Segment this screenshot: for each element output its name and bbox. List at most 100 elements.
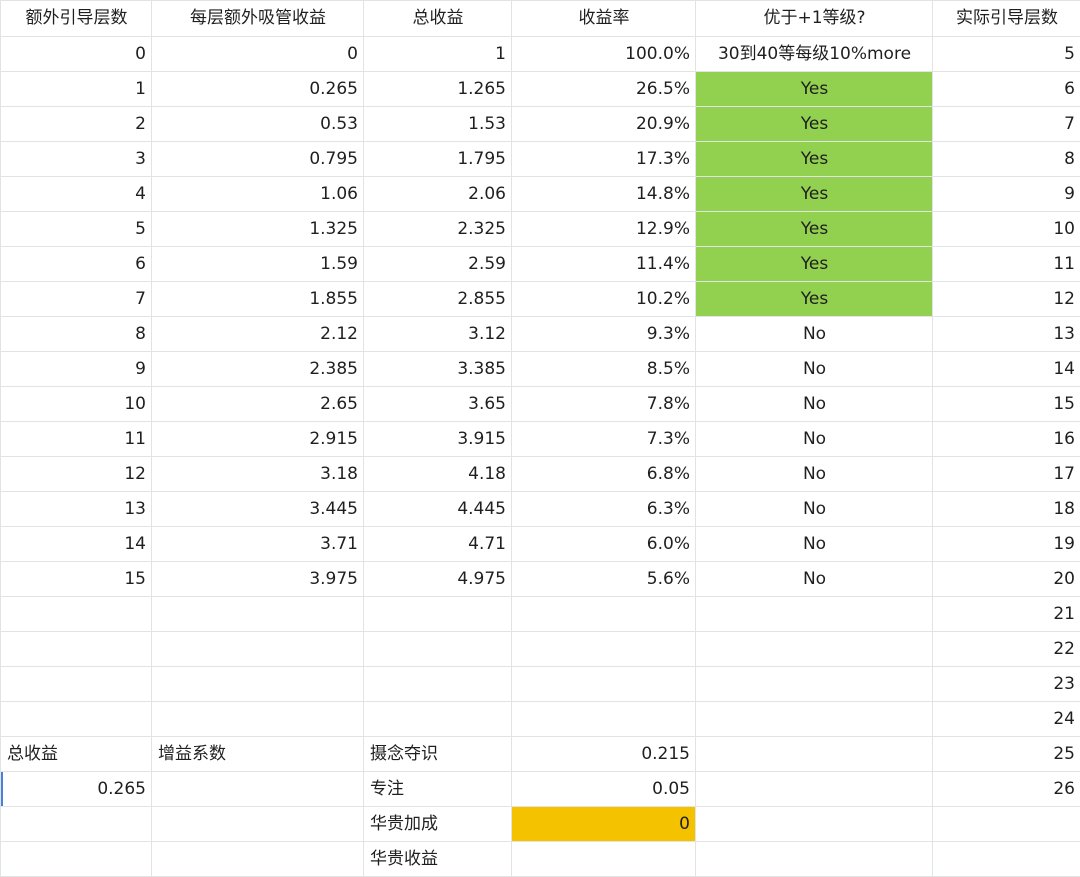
cell-extra-layers[interactable]: 2 [0,106,152,142]
cell-per-layer-gain[interactable]: 0 [151,36,364,72]
cell-total-gain[interactable]: 专注 [363,771,512,807]
cell-better-than-plus1[interactable]: Yes [695,246,933,282]
cell-better-than-plus1[interactable]: No [695,421,933,457]
cell-per-layer-gain[interactable]: 0.265 [151,71,364,107]
cell-gain-rate[interactable]: 0 [511,806,696,842]
cell-total-gain[interactable]: 3.915 [363,421,512,457]
header-cell-actual-layers[interactable]: 实际引导层数 [932,0,1080,37]
cell-actual-layers[interactable] [932,806,1080,842]
cell-actual-layers[interactable]: 18 [932,491,1080,527]
cell-actual-layers[interactable]: 21 [932,596,1080,632]
cell-total-gain[interactable]: 3.385 [363,351,512,387]
cell-actual-layers[interactable]: 16 [932,421,1080,457]
cell-better-than-plus1[interactable] [695,701,933,737]
cell-gain-rate[interactable]: 7.3% [511,421,696,457]
cell-extra-layers[interactable] [0,806,152,842]
cell-gain-rate[interactable] [511,596,696,632]
cell-better-than-plus1[interactable] [695,666,933,702]
cell-gain-rate[interactable]: 6.3% [511,491,696,527]
cell-extra-layers[interactable]: 7 [0,281,152,317]
cell-better-than-plus1[interactable] [695,596,933,632]
cell-total-gain[interactable]: 摄念夺识 [363,736,512,772]
cell-total-gain[interactable] [363,596,512,632]
cell-gain-rate[interactable]: 26.5% [511,71,696,107]
cell-better-than-plus1[interactable] [695,736,933,772]
cell-better-than-plus1[interactable]: No [695,526,933,562]
cell-actual-layers[interactable]: 19 [932,526,1080,562]
cell-actual-layers[interactable] [932,841,1080,877]
cell-per-layer-gain[interactable] [151,666,364,702]
cell-extra-layers[interactable] [0,596,152,632]
cell-extra-layers[interactable]: 13 [0,491,152,527]
cell-better-than-plus1[interactable]: 30到40等每级10%more [695,36,933,72]
cell-extra-layers[interactable]: 6 [0,246,152,282]
cell-total-gain[interactable]: 4.18 [363,456,512,492]
cell-extra-layers[interactable] [0,701,152,737]
cell-total-gain[interactable]: 4.71 [363,526,512,562]
cell-actual-layers[interactable]: 12 [932,281,1080,317]
cell-extra-layers[interactable]: 8 [0,316,152,352]
cell-extra-layers[interactable] [0,631,152,667]
cell-per-layer-gain[interactable] [151,701,364,737]
cell-per-layer-gain[interactable]: 1.855 [151,281,364,317]
cell-actual-layers[interactable]: 7 [932,106,1080,142]
cell-extra-layers[interactable]: 9 [0,351,152,387]
cell-better-than-plus1[interactable]: No [695,456,933,492]
cell-total-gain[interactable]: 2.325 [363,211,512,247]
cell-gain-rate[interactable]: 0.05 [511,771,696,807]
cell-actual-layers[interactable]: 9 [932,176,1080,212]
header-cell-total-gain[interactable]: 总收益 [363,0,512,37]
cell-per-layer-gain[interactable]: 3.71 [151,526,364,562]
cell-actual-layers[interactable]: 24 [932,701,1080,737]
cell-total-gain[interactable]: 2.06 [363,176,512,212]
cell-per-layer-gain[interactable] [151,596,364,632]
cell-better-than-plus1[interactable]: Yes [695,176,933,212]
cell-gain-rate[interactable] [511,841,696,877]
cell-actual-layers[interactable]: 25 [932,736,1080,772]
cell-extra-layers[interactable]: 总收益 [0,736,152,772]
cell-actual-layers[interactable]: 10 [932,211,1080,247]
cell-gain-rate[interactable]: 10.2% [511,281,696,317]
cell-total-gain[interactable]: 3.65 [363,386,512,422]
cell-gain-rate[interactable]: 20.9% [511,106,696,142]
cell-better-than-plus1[interactable]: No [695,316,933,352]
cell-total-gain[interactable]: 3.12 [363,316,512,352]
cell-per-layer-gain[interactable]: 2.65 [151,386,364,422]
cell-total-gain[interactable] [363,666,512,702]
cell-extra-layers[interactable]: 11 [0,421,152,457]
cell-actual-layers[interactable]: 13 [932,316,1080,352]
cell-total-gain[interactable]: 1 [363,36,512,72]
cell-extra-layers[interactable]: 1 [0,71,152,107]
cell-better-than-plus1[interactable]: No [695,491,933,527]
cell-total-gain[interactable] [363,701,512,737]
cell-extra-layers[interactable]: 0.265 [0,771,152,807]
cell-per-layer-gain[interactable]: 1.59 [151,246,364,282]
cell-total-gain[interactable]: 4.445 [363,491,512,527]
cell-gain-rate[interactable]: 6.8% [511,456,696,492]
cell-gain-rate[interactable]: 14.8% [511,176,696,212]
cell-extra-layers[interactable]: 3 [0,141,152,177]
cell-extra-layers[interactable]: 14 [0,526,152,562]
cell-better-than-plus1[interactable]: Yes [695,281,933,317]
cell-better-than-plus1[interactable] [695,631,933,667]
cell-gain-rate[interactable] [511,701,696,737]
cell-gain-rate[interactable]: 5.6% [511,561,696,597]
cell-extra-layers[interactable]: 0 [0,36,152,72]
cell-actual-layers[interactable]: 17 [932,456,1080,492]
cell-better-than-plus1[interactable]: Yes [695,71,933,107]
cell-actual-layers[interactable]: 26 [932,771,1080,807]
cell-actual-layers[interactable]: 14 [932,351,1080,387]
cell-gain-rate[interactable]: 9.3% [511,316,696,352]
cell-per-layer-gain[interactable] [151,771,364,807]
cell-gain-rate[interactable]: 0.215 [511,736,696,772]
cell-extra-layers[interactable]: 5 [0,211,152,247]
cell-actual-layers[interactable]: 22 [932,631,1080,667]
header-cell-better-than-plus1[interactable]: 优于+1等级? [695,0,933,37]
cell-actual-layers[interactable]: 11 [932,246,1080,282]
cell-total-gain[interactable]: 1.53 [363,106,512,142]
cell-better-than-plus1[interactable]: Yes [695,141,933,177]
cell-better-than-plus1[interactable] [695,806,933,842]
cell-actual-layers[interactable]: 20 [932,561,1080,597]
cell-per-layer-gain[interactable]: 2.385 [151,351,364,387]
cell-better-than-plus1[interactable] [695,841,933,877]
